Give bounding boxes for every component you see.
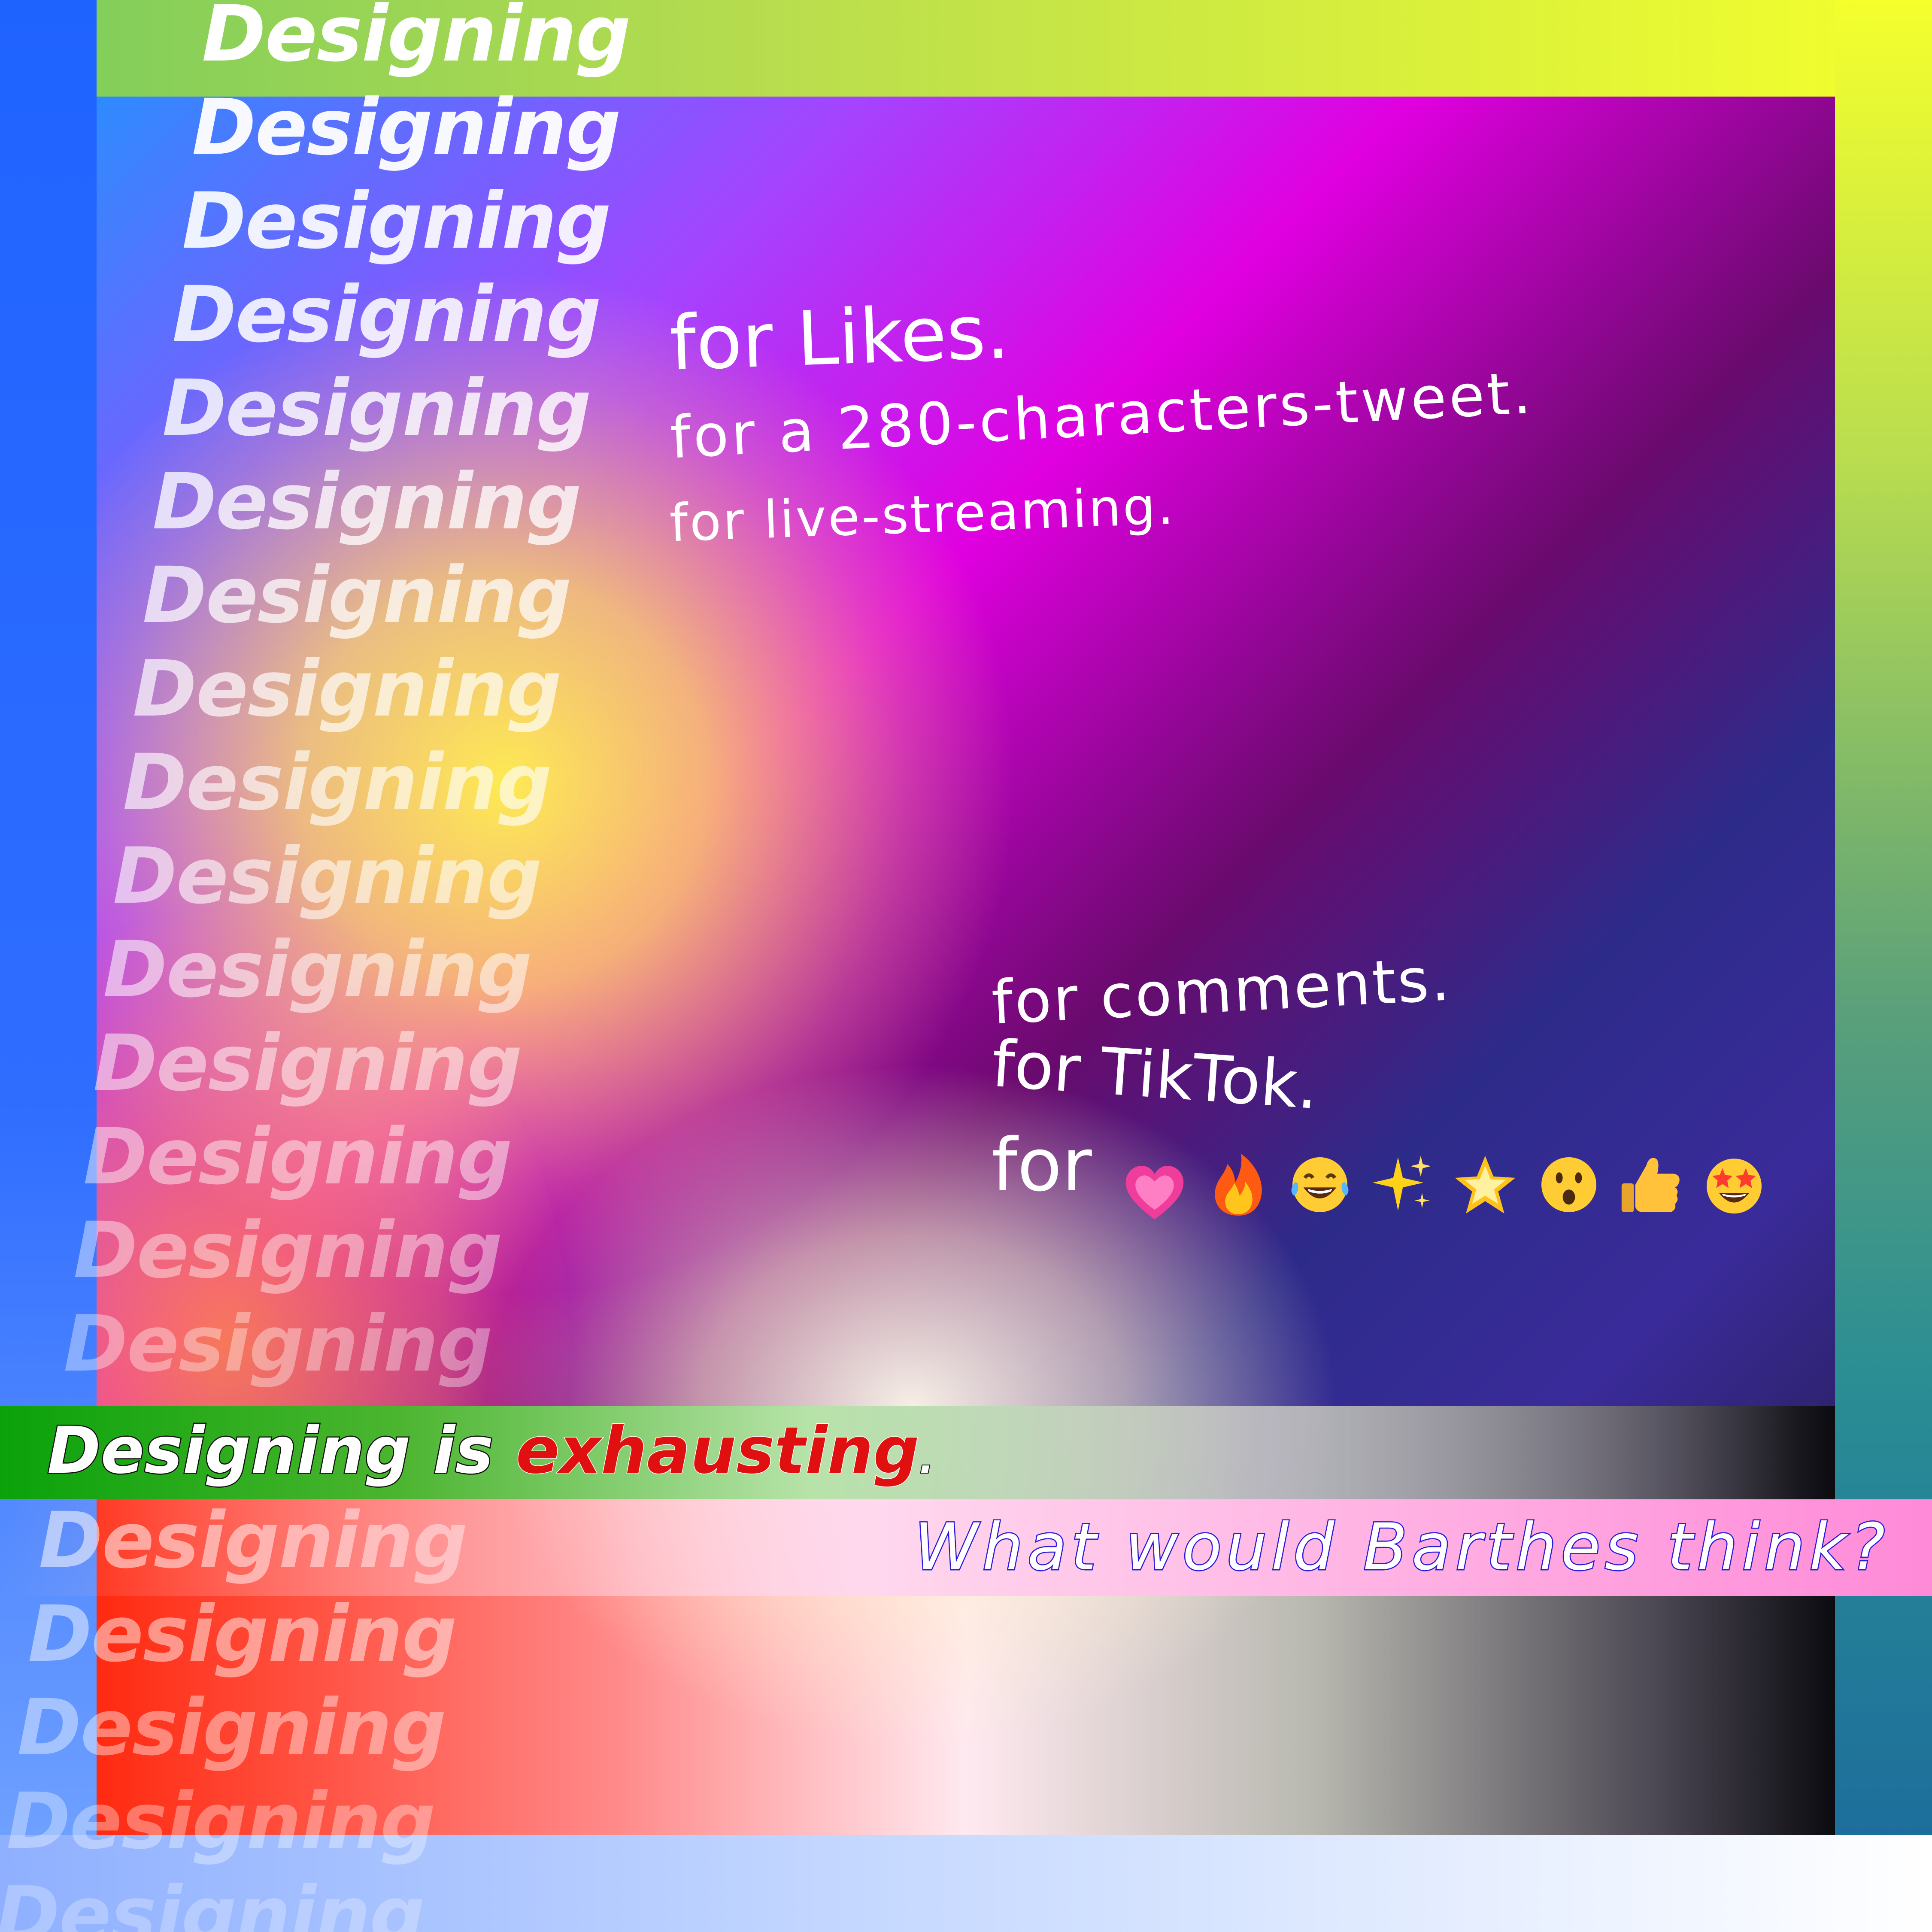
designing-stack-word: Designing (162, 364, 591, 453)
designing-stack-word: Designing (64, 1299, 493, 1389)
designing-stack-word: Designing (123, 738, 552, 828)
glowing-star-emoji (1455, 1156, 1516, 1214)
headline-suffix: . (919, 1436, 935, 1483)
designing-stack-word: Designing (83, 1112, 513, 1202)
designing-stack-word: Designing (133, 644, 562, 734)
phrase-for-emoji: for (992, 1123, 1092, 1208)
designing-stack-word: Designing (143, 551, 572, 640)
heart-emoji (1125, 1166, 1184, 1219)
surprised-face-emoji (1541, 1157, 1596, 1212)
designing-stack-word: Designing (172, 270, 601, 360)
designing-stack-word: Designing (103, 925, 532, 1015)
designing-stack-word: Designing (202, 0, 631, 79)
designing-stack-word: Designing (152, 457, 582, 547)
headline-prefix: Designing is (46, 1413, 516, 1489)
headline: Designing is exhausting. (46, 1412, 935, 1489)
headline-emphasis: exhausting (515, 1413, 920, 1489)
phrase-for-likes: for Likes. (668, 288, 1011, 388)
designing-stack-word: Designing (73, 1206, 503, 1295)
designing-stack-word: Designing (0, 1870, 425, 1932)
designing-stack-word: Designing (17, 1683, 446, 1773)
sparkles-emoji (1372, 1156, 1431, 1211)
fire-emoji (1215, 1154, 1262, 1216)
designing-stack: Designing Designing Designing Designing Desi… (0, 0, 687, 1932)
designing-stack-word: Designing (182, 176, 611, 266)
star-struck-emoji (1707, 1159, 1762, 1214)
question-text: What would Barthes think? (913, 1509, 1890, 1586)
poster: Designing Designing Designing Designing Desi… (0, 0, 1932, 1932)
designing-stack-word: Designing (113, 831, 542, 921)
designing-stack-word: Designing (28, 1589, 457, 1679)
laughing-tears-emoji (1291, 1157, 1349, 1212)
designing-stack-word: Designing (93, 1019, 522, 1108)
designing-stack-word: Designing (6, 1777, 436, 1866)
designing-stack-word: Designing (192, 83, 621, 173)
thumbs-up-emoji (1621, 1158, 1680, 1212)
